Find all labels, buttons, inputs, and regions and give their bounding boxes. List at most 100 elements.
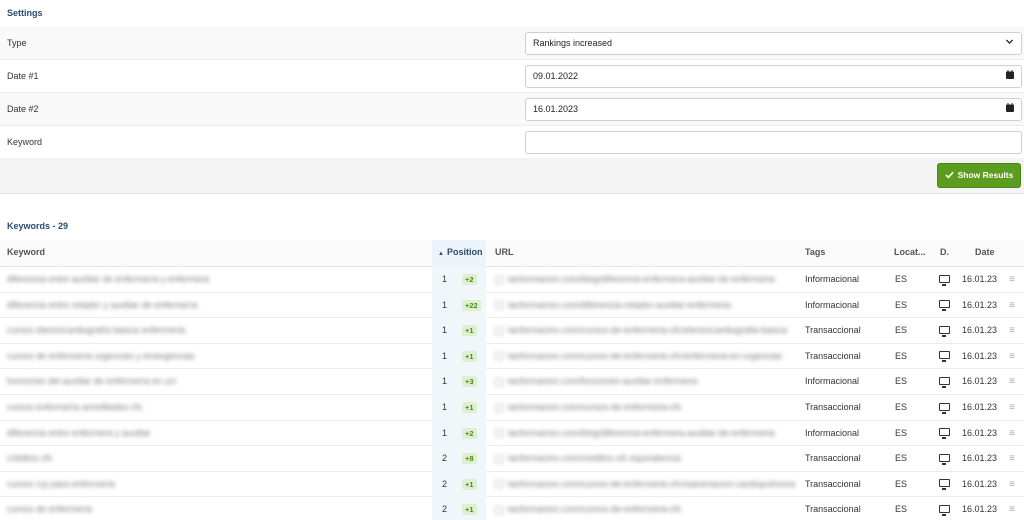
position-value: 1 bbox=[442, 325, 448, 336]
keyword-cell[interactable]: diferencia entre celador y auxiliar de e… bbox=[7, 293, 307, 318]
table-row[interactable]: cursos de enfermería urgencias y emergen… bbox=[0, 343, 1024, 370]
url-cell[interactable]: tacformacion.com/cursos-de-enfermeria-cf… bbox=[495, 497, 795, 520]
position-change-badge: +1 bbox=[462, 401, 477, 413]
url-cell[interactable]: tacformacion.com/cursos-de-enfermeria-cf… bbox=[495, 344, 795, 369]
date-cell: 16.01.23 bbox=[962, 401, 998, 412]
menu-icon[interactable]: ≡ bbox=[1009, 267, 1015, 292]
type-label: Type bbox=[7, 38, 27, 48]
keywords-table: Keyword ▲ Position URL Tags Locat... D. D… bbox=[0, 240, 1024, 520]
table-row[interactable]: créditos cfc 2 +8 tacformacion.com/credi… bbox=[0, 446, 1024, 472]
col-url[interactable]: URL bbox=[495, 240, 514, 267]
date1-row: Date #1 09.01.2022 bbox=[0, 60, 1024, 93]
table-row[interactable]: funciones del auxiliar de enfermería en … bbox=[0, 369, 1024, 395]
position-cell: 1 +1 bbox=[432, 318, 486, 344]
keyword-cell[interactable]: diferencia entre auxiliar de enfermería … bbox=[7, 267, 307, 292]
table-row[interactable]: cursos de enfermería 2 +1 tacformacion.c… bbox=[0, 497, 1024, 520]
url-value[interactable]: tacformacion.com/creditos-cfc-equivalenc… bbox=[508, 453, 681, 463]
position-value: 1 bbox=[442, 427, 448, 438]
col-position[interactable]: ▲ Position bbox=[432, 240, 486, 267]
link-icon bbox=[495, 454, 503, 463]
menu-icon[interactable]: ≡ bbox=[1009, 395, 1015, 420]
menu-icon[interactable]: ≡ bbox=[1009, 446, 1015, 471]
keyword-cell[interactable]: cursos rcp para enfermería bbox=[7, 472, 307, 497]
tag-cell: Informacional bbox=[805, 427, 860, 438]
menu-icon[interactable]: ≡ bbox=[1009, 472, 1015, 497]
url-cell[interactable]: tacformacion.com/diferencia-celador-auxi… bbox=[495, 293, 795, 318]
menu-icon[interactable]: ≡ bbox=[1009, 421, 1015, 446]
keyword-cell[interactable]: funciones del auxiliar de enfermería en … bbox=[7, 369, 307, 394]
table-row[interactable]: cursos enfermería acreditados cfc 1 +1 t… bbox=[0, 394, 1024, 421]
url-cell[interactable]: tacformacion.com/cursos-de-enfermeria-cf… bbox=[495, 472, 795, 497]
menu-icon[interactable]: ≡ bbox=[1009, 497, 1015, 520]
link-icon bbox=[495, 352, 503, 361]
position-value: 1 bbox=[442, 401, 448, 412]
url-cell[interactable]: tacformacion.com/cursos-de-enfermeria-cf… bbox=[495, 318, 795, 343]
url-cell[interactable]: tacformacion.com/blog/diferencia-enferme… bbox=[495, 421, 795, 446]
table-row[interactable]: cursos rcp para enfermería 2 +1 tacforma… bbox=[0, 471, 1024, 498]
position-cell: 1 +2 bbox=[432, 420, 486, 447]
keyword-input[interactable] bbox=[533, 132, 1021, 153]
url-value[interactable]: tacformacion.com/blog/diferencia-enferme… bbox=[508, 428, 775, 438]
position-value: 2 bbox=[442, 504, 448, 515]
link-icon bbox=[495, 429, 503, 438]
url-value[interactable]: tacformacion.com/blog/diferencia-enferme… bbox=[508, 274, 775, 284]
url-value[interactable]: tacformacion.com/cursos-de-enfermeria-cf… bbox=[508, 325, 787, 335]
keyword-row: Keyword bbox=[0, 126, 1024, 159]
position-cell: 1 +2 bbox=[432, 267, 486, 293]
type-select-value: Rankings increased bbox=[533, 38, 613, 48]
type-select[interactable]: Rankings increased bbox=[525, 32, 1022, 55]
date-cell: 16.01.23 bbox=[962, 376, 998, 387]
check-icon bbox=[944, 164, 954, 187]
calendar-icon[interactable] bbox=[1006, 99, 1014, 120]
location-cell: ES bbox=[895, 299, 908, 310]
table-row[interactable]: diferencia entre enfermera y auxiliar 1 … bbox=[0, 420, 1024, 447]
tag-cell: Transaccional bbox=[805, 401, 861, 412]
desktop-icon bbox=[939, 293, 950, 318]
menu-icon[interactable]: ≡ bbox=[1009, 344, 1015, 369]
menu-icon[interactable]: ≡ bbox=[1009, 369, 1015, 394]
url-cell[interactable]: tacformacion.com/cursos-de-enfermeria-cf… bbox=[495, 395, 795, 420]
show-results-button[interactable]: Show Results bbox=[937, 163, 1021, 188]
chevron-down-icon[interactable] bbox=[1005, 33, 1014, 54]
keyword-cell[interactable]: diferencia entre enfermera y auxiliar bbox=[7, 421, 307, 446]
url-value[interactable]: tacformacion.com/funciones-auxiliar-enfe… bbox=[508, 376, 698, 386]
link-icon bbox=[495, 378, 503, 386]
keyword-cell[interactable]: cursos enfermería acreditados cfc bbox=[7, 395, 307, 420]
url-value[interactable]: tacformacion.com/cursos-de-enfermeria-cf… bbox=[508, 402, 682, 412]
link-icon bbox=[495, 275, 503, 284]
menu-icon[interactable]: ≡ bbox=[1009, 293, 1015, 318]
date2-label: Date #2 bbox=[7, 104, 39, 114]
location-cell: ES bbox=[895, 274, 908, 284]
col-location[interactable]: Locat... bbox=[894, 240, 926, 267]
date-cell: 16.01.23 bbox=[962, 325, 998, 336]
menu-icon[interactable]: ≡ bbox=[1009, 318, 1015, 343]
date1-label: Date #1 bbox=[7, 71, 39, 81]
keyword-cell[interactable]: cursos de enfermería urgencias y emergen… bbox=[7, 344, 307, 369]
position-change-badge: +2 bbox=[462, 427, 477, 439]
table-row[interactable]: diferencia entre auxiliar de enfermería … bbox=[0, 267, 1024, 293]
keyword-field[interactable] bbox=[525, 131, 1022, 154]
date1-input[interactable]: 09.01.2022 bbox=[525, 65, 1022, 88]
url-cell[interactable]: tacformacion.com/blog/diferencia-enferme… bbox=[495, 267, 795, 292]
url-cell[interactable]: tacformacion.com/creditos-cfc-equivalenc… bbox=[495, 446, 795, 471]
calendar-icon[interactable] bbox=[1006, 66, 1014, 87]
url-value[interactable]: tacformacion.com/cursos-de-enfermeria-cf… bbox=[508, 479, 795, 489]
url-value[interactable]: tacformacion.com/cursos-de-enfermeria-cf… bbox=[508, 351, 782, 361]
url-value[interactable]: tacformacion.com/cursos-de-enfermeria-cf… bbox=[508, 504, 682, 514]
url-value[interactable]: tacformacion.com/diferencia-celador-auxi… bbox=[508, 300, 731, 310]
keyword-cell[interactable]: cursos electrocardiografía básica enferm… bbox=[7, 318, 307, 343]
table-header: Keyword ▲ Position URL Tags Locat... D. D… bbox=[0, 240, 1024, 267]
col-device[interactable]: D. bbox=[940, 240, 949, 267]
keyword-cell[interactable]: cursos de enfermería bbox=[7, 497, 307, 520]
keyword-cell[interactable]: créditos cfc bbox=[7, 446, 307, 471]
tag-cell: Informacional bbox=[805, 376, 860, 387]
table-row[interactable]: diferencia entre celador y auxiliar de e… bbox=[0, 292, 1024, 319]
table-row[interactable]: cursos electrocardiografía básica enferm… bbox=[0, 318, 1024, 344]
date2-input[interactable]: 16.01.2023 bbox=[525, 98, 1022, 121]
desktop-icon bbox=[939, 446, 950, 471]
position-change-badge: +1 bbox=[462, 478, 477, 490]
col-tags[interactable]: Tags bbox=[805, 240, 825, 267]
col-date[interactable]: Date bbox=[975, 240, 995, 267]
url-cell[interactable]: tacformacion.com/funciones-auxiliar-enfe… bbox=[495, 369, 795, 394]
col-keyword[interactable]: Keyword bbox=[7, 240, 45, 267]
